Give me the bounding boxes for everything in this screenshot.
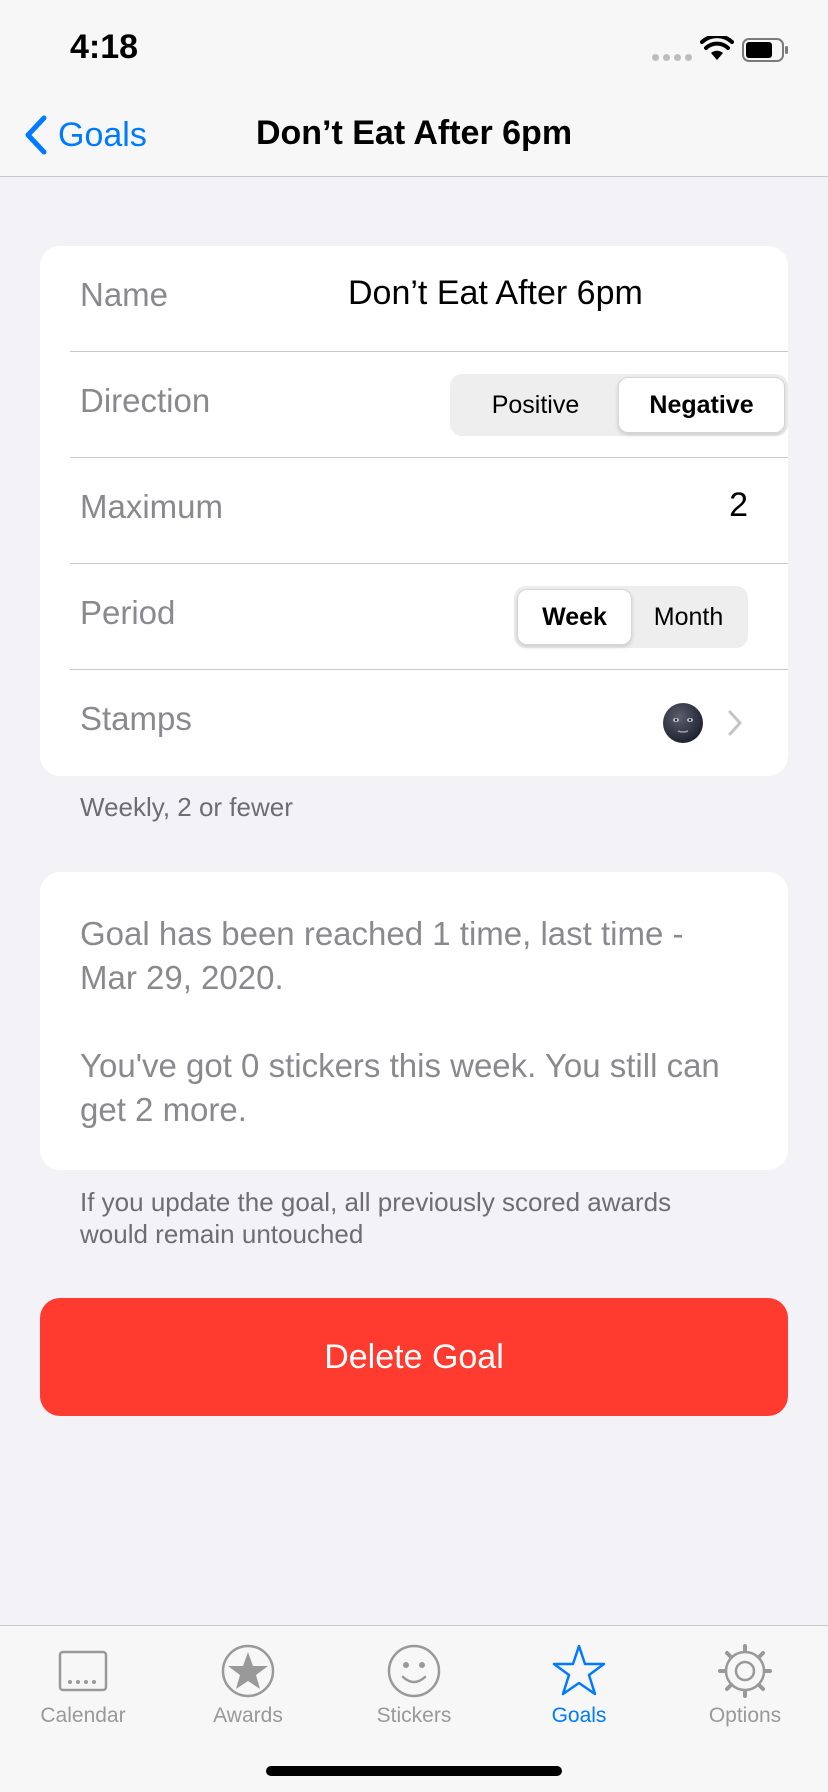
tab-awards[interactable]: Awards [165,1636,331,1736]
tab-label: Options [708,1704,782,1727]
tab-label: Stickers [376,1704,452,1727]
cellular-signal-icon [652,54,692,61]
period-segmented-control[interactable]: Week Month [514,586,748,648]
chevron-right-icon [728,710,742,736]
name-label: Name [80,276,169,313]
tab-label: Calendar [40,1704,126,1727]
period-row: Period Week Month [40,564,788,670]
direction-option-negative[interactable]: Negative [618,377,785,433]
period-option-week[interactable]: Week [517,589,632,645]
maximum-label: Maximum [80,488,224,525]
status-time: 4:18 [70,28,139,66]
delete-goal-button[interactable]: Delete Goal [40,1298,788,1416]
update-warning-note: If you update the goal, all previously s… [80,1187,672,1249]
period-option-month[interactable]: Month [632,589,745,645]
status-bar: 4:18 [0,0,828,100]
battery-icon [742,38,788,62]
new-moon-face-icon [663,703,703,743]
gear-icon [718,1644,772,1698]
tab-label: Goals [551,1704,607,1727]
goal-info-card: Goal has been reached 1 time, last time … [40,872,788,1170]
tab-bar: Calendar Awards Stickers Goals Options [0,1625,828,1792]
direction-option-positive[interactable]: Positive [453,377,618,433]
tab-goals[interactable]: Goals [496,1636,662,1736]
tab-label: Awards [213,1704,283,1727]
maximum-field[interactable]: 2 [729,486,748,525]
star-outline-icon [552,1644,606,1696]
name-row: Name Don’t Eat After 6pm [40,246,788,352]
goal-form-card: Name Don’t Eat After 6pm Direction Posit… [40,246,788,776]
stamps-row[interactable]: Stamps [40,670,788,776]
tab-calendar[interactable]: Calendar [0,1636,166,1736]
page-title: Don’t Eat After 6pm [255,114,573,152]
direction-row: Direction Positive Negative [40,352,788,458]
direction-segmented-control[interactable]: Positive Negative [450,374,788,436]
tab-options[interactable]: Options [662,1636,828,1736]
wifi-icon [700,36,734,60]
maximum-row: Maximum 2 [40,458,788,564]
tab-stickers[interactable]: Stickers [331,1636,497,1736]
award-star-icon [221,1644,275,1698]
direction-label: Direction [80,382,211,419]
navigation-bar: Goals Don’t Eat After 6pm [0,100,828,177]
home-indicator [266,1766,562,1776]
name-field[interactable]: Don’t Eat After 6pm [348,274,643,313]
smiley-icon [387,1644,441,1698]
period-label: Period [80,594,176,631]
stickers-status-text: You've got 0 stickers this week. You sti… [80,1047,720,1128]
goal-reached-text: Goal has been reached 1 time, last time … [80,915,684,996]
stamps-label: Stamps [80,700,192,737]
form-summary-note: Weekly, 2 or fewer [80,792,293,822]
calendar-icon [58,1650,108,1692]
